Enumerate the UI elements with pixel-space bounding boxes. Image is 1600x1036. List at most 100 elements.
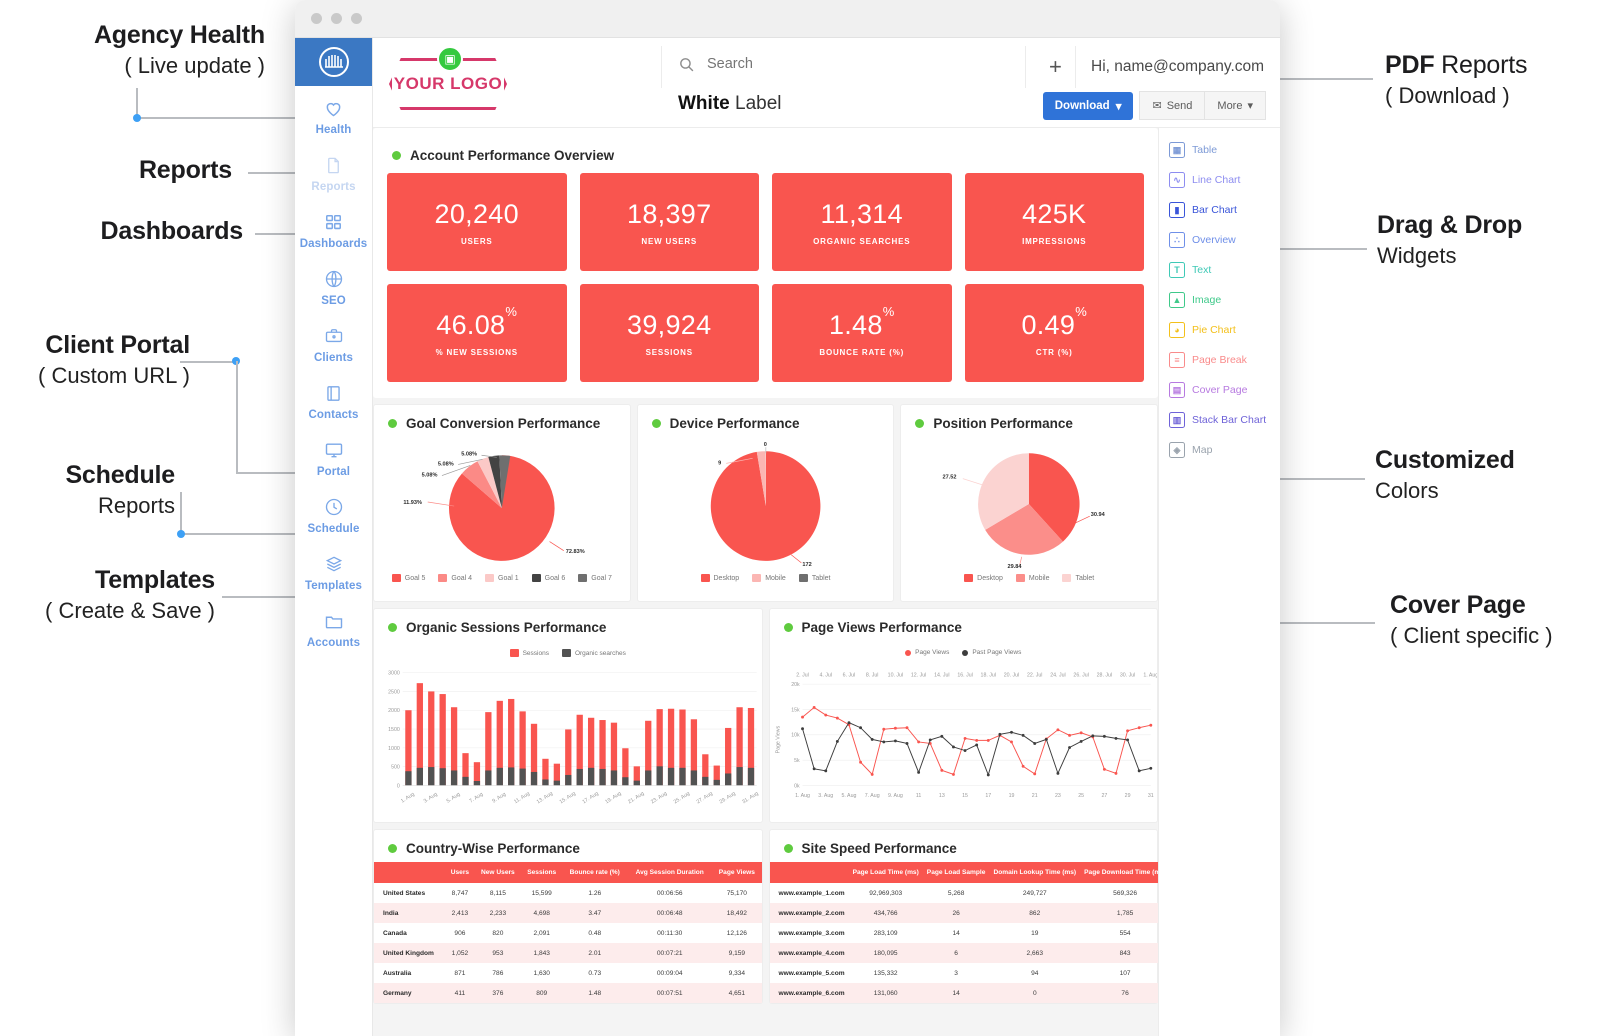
- sidebar-item-health[interactable]: Health: [295, 86, 372, 143]
- widget-table[interactable]: ▦ Table: [1169, 142, 1280, 158]
- more-button[interactable]: More ▾: [1205, 91, 1266, 120]
- sidebar-item-portal[interactable]: Portal: [295, 428, 372, 485]
- legend-item[interactable]: Mobile: [1015, 574, 1049, 582]
- sidebar-item-seo[interactable]: SEO: [295, 257, 372, 314]
- legend-item[interactable]: Tablet: [798, 574, 831, 582]
- table-row[interactable]: www.example_3.com 283,109 14 19 554: [770, 923, 1159, 943]
- svg-text:15k: 15k: [791, 707, 800, 713]
- sidebar-item-dashboards[interactable]: Dashboards: [295, 200, 372, 257]
- kpi-card[interactable]: 425K IMPRESSIONS: [964, 173, 1144, 271]
- card-header: Goal Conversion Performance: [374, 405, 630, 437]
- pie-slice-label: 5.08%: [438, 461, 454, 467]
- pie-slice-label: 11.93%: [403, 500, 422, 506]
- white-label-logo[interactable]: ▣ YOUR LOGO: [389, 46, 507, 110]
- widget-label: Map: [1192, 444, 1213, 456]
- legend-item[interactable]: Goal 1: [485, 574, 519, 582]
- kpi-label: CTR (%): [1035, 347, 1073, 357]
- kpi-card[interactable]: 20,240 USERS: [387, 173, 567, 271]
- table-row[interactable]: Australia 871 786 1,630 0.73 00:09:04 9,334: [374, 963, 762, 983]
- widget-cover-page[interactable]: ▤ Cover Page: [1169, 382, 1280, 398]
- callout-drag-drop: Drag & Drop Widgets: [1377, 210, 1522, 271]
- kpi-card[interactable]: 18,397 NEW USERS: [579, 173, 759, 271]
- legend-item[interactable]: Tablet: [1062, 574, 1094, 582]
- kpi-card[interactable]: 39,924 SESSIONS: [579, 284, 759, 382]
- legend-item[interactable]: Goal 6: [531, 574, 565, 582]
- legend-item[interactable]: Organic searches: [561, 649, 626, 657]
- callout-subtitle: Widgets: [1377, 243, 1457, 269]
- search-box[interactable]: [678, 55, 935, 73]
- sidebar-item-accounts[interactable]: Accounts: [295, 599, 372, 656]
- callout-subtitle: ( Custom URL ): [38, 363, 190, 389]
- logo-badge-icon: ▣: [437, 46, 463, 72]
- close-window-dot[interactable]: [311, 13, 322, 24]
- widget-pie-chart[interactable]: ◕ Pie Chart: [1169, 322, 1280, 338]
- sidebar-item-reports[interactable]: Reports: [295, 143, 372, 200]
- kpi-card[interactable]: 0.49% CTR (%): [964, 284, 1144, 382]
- card-title: Country-Wise Performance: [406, 841, 580, 856]
- widget-page-break[interactable]: ≡ Page Break: [1169, 352, 1280, 368]
- table-header: Users: [445, 862, 475, 883]
- maximize-window-dot[interactable]: [351, 13, 362, 24]
- sidebar-item-clients[interactable]: Clients: [295, 314, 372, 371]
- svg-text:10. Jul: 10. Jul: [887, 672, 902, 678]
- card-header: Site Speed Performance: [770, 830, 1158, 862]
- legend-item[interactable]: Desktop: [964, 574, 1003, 582]
- table-cell: 2.01: [588, 949, 602, 957]
- widget-line-chart[interactable]: ∿ Line Chart: [1169, 172, 1280, 188]
- widget-text[interactable]: T Text: [1169, 262, 1280, 278]
- callout-title: Customized: [1375, 446, 1515, 474]
- legend-item[interactable]: Goal 5: [391, 574, 425, 582]
- callout-dashboards: Dashboards: [0, 216, 244, 247]
- status-dot: [783, 844, 793, 853]
- widget-overview[interactable]: ∴ Overview: [1169, 232, 1280, 248]
- table-row[interactable]: Canada 906 820 2,091 0.48 00:11:30 12,126: [374, 923, 762, 943]
- widget-bar-chart[interactable]: ▮ Bar Chart: [1169, 202, 1280, 218]
- legend-item[interactable]: Page Views: [905, 649, 949, 656]
- legend-item[interactable]: Sessions: [509, 649, 549, 657]
- legend-item[interactable]: Goal 7: [578, 574, 612, 582]
- callout-subtitle: Colors: [1375, 478, 1439, 504]
- table-cell: 1,785: [1116, 909, 1134, 917]
- app-logo[interactable]: [295, 38, 372, 86]
- table-row[interactable]: www.example_2.com 434,766 26 862 1,785: [769, 903, 1158, 923]
- download-button[interactable]: Download ▾: [1042, 91, 1134, 120]
- legend-item[interactable]: Past Page Views: [962, 649, 1021, 656]
- table-row[interactable]: www.example_1.com 92,969,303 5,268 249,727 5…: [770, 883, 1159, 903]
- table-row[interactable]: United Kingdom 1,052 953 1,843 2.01 00:07:21 9…: [374, 943, 762, 963]
- table-cell: 131,060: [873, 989, 898, 997]
- sidebar-item-schedule[interactable]: Schedule: [295, 485, 372, 542]
- table-row[interactable]: www.example_5.com 135,332 3 94 107: [770, 963, 1159, 983]
- widget-map[interactable]: ◈ Map: [1169, 442, 1280, 458]
- chart-row: Organic Sessions Performance Sessions Or…: [373, 608, 1158, 823]
- minimize-window-dot[interactable]: [331, 13, 342, 24]
- sidebar-item-contacts[interactable]: Contacts: [295, 371, 372, 428]
- widget-panel: ▦ Table ∿ Line Chart ▮ Bar Chart ∴ Overview T Tex…: [1158, 128, 1280, 1036]
- callout-customized-colors: Customized Colors: [1375, 445, 1515, 506]
- add-widget-button[interactable]: +: [1049, 56, 1062, 78]
- widget-label: Table: [1192, 144, 1218, 156]
- search-icon: [680, 57, 694, 71]
- svg-text:1. Aug: 1. Aug: [795, 793, 810, 799]
- kpi-card[interactable]: 11,314 ORGANIC SEARCHES: [772, 173, 952, 271]
- table-row[interactable]: www.example_4.com 180,095 6 2,663 843: [769, 943, 1158, 963]
- send-button[interactable]: ✉ Send: [1139, 91, 1206, 120]
- legend-item[interactable]: Desktop: [700, 574, 739, 582]
- legend-item[interactable]: Goal 4: [438, 574, 472, 582]
- sidebar-item-templates[interactable]: Templates: [295, 542, 372, 599]
- legend-item[interactable]: Mobile: [752, 574, 786, 582]
- table-cell: 786: [492, 969, 504, 977]
- sidebar-item-label: Reports: [311, 181, 356, 193]
- table-row[interactable]: www.example_6.com 131,060 14 0 76: [769, 983, 1158, 1003]
- callout-title: Dashboards: [100, 217, 244, 245]
- table-row[interactable]: United States 8,747 8,115 15,599 1.26 00:06:5…: [374, 883, 762, 903]
- search-input[interactable]: [705, 55, 935, 73]
- header-divider-right: [1075, 46, 1076, 88]
- globe-icon: [295, 266, 372, 292]
- widget-stack-bar-chart[interactable]: ▥ Stack Bar Chart: [1169, 412, 1280, 428]
- table-row[interactable]: Germany 411 376 809 1.48 00:07:51 4,651: [374, 983, 762, 1003]
- table-row[interactable]: India 2,413 2,233 4,698 3.47 00:06:48 18,492: [374, 903, 762, 923]
- kpi-card[interactable]: 1.48% BOUNCE RATE (%): [772, 284, 952, 382]
- widget-image[interactable]: ▲ Image: [1169, 292, 1280, 308]
- kpi-card[interactable]: 46.08% % NEW SESSIONS: [387, 284, 567, 382]
- svg-text:2. Jul: 2. Jul: [796, 672, 809, 678]
